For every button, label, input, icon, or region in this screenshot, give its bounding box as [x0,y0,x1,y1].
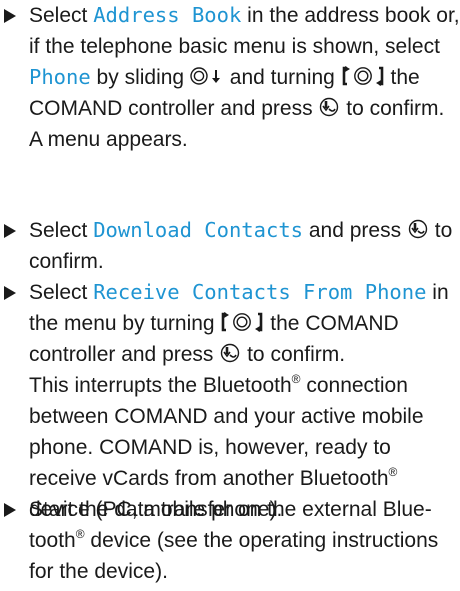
step-text: by sliding [90,66,190,89]
step-2: Select Download Contacts and press to co… [0,215,460,277]
bullet-triangle-icon [4,503,16,517]
registered-mark: ® [75,527,85,541]
step-text: device (see the operating instructions f… [29,529,439,583]
registered-mark: ® [291,372,301,386]
step-3: Select Receive Contacts From Phone in th… [0,277,460,525]
turn-controller-icon [342,66,384,87]
step-1-text: Select Address Book in the address book … [29,0,460,155]
menu-item-address-book: Address Book [93,3,242,27]
menu-item-phone: Phone [29,65,91,89]
step-4-text: Start the data transfer on the external … [29,494,460,587]
step-text: to confirm. [241,343,346,366]
turn-controller-icon [222,312,263,333]
registered-mark: ® [388,465,398,479]
step-3-text: Select Receive Contacts From Phone in th… [29,277,460,525]
slide-down-icon [190,67,220,86]
menu-item-download-contacts: Download Contacts [93,218,304,242]
bullet-triangle-icon [4,286,16,300]
step-1: Select Address Book in the address book … [0,0,460,155]
step-text: Select [29,4,94,27]
result-text: This interrupts the Bluetooth [29,374,292,397]
step-4: Start the data transfer on the external … [0,494,460,587]
step-text: Select [29,281,94,304]
menu-item-receive-contacts: Receive Contacts From Phone [93,280,427,304]
step-result: A menu appears. [29,128,188,151]
press-controller-icon [221,344,240,363]
press-controller-icon [320,98,339,117]
press-controller-icon [408,220,428,239]
step-text: to confirm. [340,97,445,120]
step-text: and turning [223,66,341,89]
bullet-triangle-icon [4,9,16,23]
bullet-triangle-icon [4,224,16,238]
step-2-text: Select Download Contacts and press to co… [29,215,460,277]
step-text: and press [303,219,407,242]
step-text: Select [29,219,94,242]
